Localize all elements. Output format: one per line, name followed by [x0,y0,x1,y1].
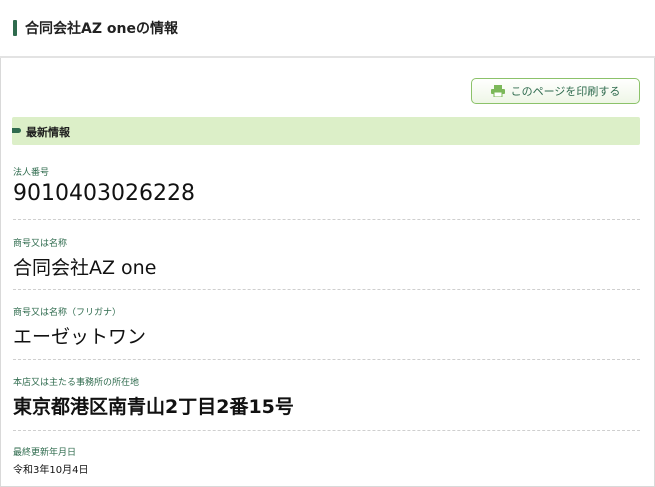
field-value: 東京都港区南青山2丁目2番15号 [13,396,294,418]
field-value: 合同会社AZ one [13,257,157,279]
divider [13,430,640,431]
field-label: 最終更新年月日 [13,448,77,458]
field-label: 商号又は名称 [13,239,68,249]
printer-icon [490,85,505,97]
divider [13,219,640,220]
page-header: 合同会社AZ oneの情報 [0,0,655,58]
field-label: 商号又は名称（フリガナ） [13,308,122,318]
print-page-button[interactable]: このページを印刷する [471,78,640,104]
field-trade-name-kana: 商号又は名称（フリガナ） エーゼットワン [13,305,640,349]
section-marker [12,128,21,133]
print-button-label: このページを印刷する [510,85,621,98]
divider [13,359,640,360]
field-trade-name: 商号又は名称 合同会社AZ one [13,236,640,280]
divider [13,289,640,290]
field-last-updated: 最終更新年月日 令和3年10月4日 [13,445,640,476]
page-title: 合同会社AZ oneの情報 [25,21,178,37]
header-accent-bar [13,20,17,36]
field-value: 9010403026228 [13,181,195,206]
section-header-latest: 最新情報 [12,117,640,145]
field-value: 令和3年10月4日 [13,465,89,476]
field-label: 法人番号 [13,168,50,178]
section-title: 最新情報 [26,126,70,139]
field-label: 本店又は主たる事務所の所在地 [13,378,140,388]
field-value: エーゼットワン [13,326,147,348]
field-address: 本店又は主たる事務所の所在地 東京都港区南青山2丁目2番15号 [13,375,640,419]
field-corporate-number: 法人番号 9010403026228 [13,165,640,206]
